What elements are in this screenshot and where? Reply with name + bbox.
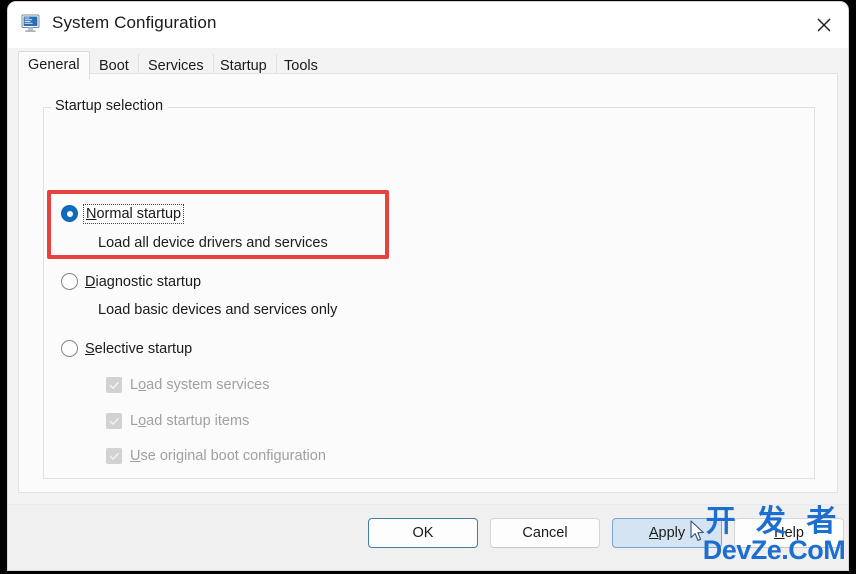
help-button[interactable]: Help [734, 518, 844, 548]
dialog-footer: OK Cancel Apply Help [8, 504, 848, 570]
desc-normal-startup: Load all device drivers and services [98, 235, 328, 251]
chk1-pre: L [130, 413, 139, 429]
accesskey-use-original-boot: U [130, 448, 141, 464]
title-bar: System Configuration [8, 2, 848, 48]
radio-diagnostic-startup-label: Diagnostic startup [85, 274, 201, 290]
tab-general-label: General [28, 57, 80, 73]
startup-selection-label: Startup selection [51, 98, 169, 114]
checkbox-load-startup-items-label: Load startup items [130, 413, 249, 429]
apply-button[interactable]: Apply [612, 518, 722, 548]
chk0-post: ad system services [146, 377, 270, 393]
checkbox-use-original-boot-configuration[interactable] [106, 448, 122, 464]
radio-normal-startup-label: Normal startup [82, 203, 185, 224]
tab-general[interactable]: General [18, 51, 90, 79]
apply-button-label: Apply [648, 525, 686, 541]
radio-diagnostic-startup-rest: iagnostic startup [95, 273, 202, 290]
chk2-post: se original boot configuration [140, 448, 326, 464]
radio-selective-startup-rest: elective startup [94, 340, 193, 357]
system-configuration-icon [21, 14, 43, 34]
checkbox-row-load-startup-items[interactable]: Load startup items [106, 413, 249, 429]
accesskey-diagnostic: D [85, 273, 96, 290]
general-tab-page: Startup selection Normal startup Load al… [18, 73, 838, 493]
radio-row-diagnostic-startup[interactable]: Diagnostic startup [61, 273, 201, 290]
radio-diagnostic-startup[interactable] [61, 273, 78, 290]
accesskey-normal: N [86, 205, 97, 222]
system-configuration-window: System Configuration General Boot Servic… [8, 2, 848, 570]
radio-row-selective-startup[interactable]: Selective startup [61, 340, 192, 357]
tab-boot-label: Boot [99, 58, 129, 74]
cancel-button-label: Cancel [522, 525, 568, 541]
tab-tools-label: Tools [284, 58, 318, 74]
chk0-pre: L [130, 377, 139, 393]
radio-selective-startup-label: Selective startup [85, 341, 192, 357]
checkbox-use-original-boot-configuration-label: Use original boot configuration [130, 448, 326, 464]
radio-selective-startup[interactable] [61, 340, 78, 357]
window-title: System Configuration [52, 13, 217, 32]
ok-button[interactable]: OK [368, 518, 478, 548]
tab-startup-label: Startup [220, 58, 267, 74]
help-button-label: Help [774, 525, 804, 541]
radio-row-normal-startup[interactable]: Normal startup [61, 203, 185, 224]
desc-diagnostic-startup: Load basic devices and services only [98, 302, 338, 318]
accesskey-help: H [774, 525, 785, 541]
accesskey-selective: S [85, 340, 95, 357]
accesskey-apply: A [648, 525, 659, 541]
tab-strip: General Boot Services Startup Tools [8, 48, 848, 79]
checkbox-load-startup-items[interactable] [106, 413, 122, 429]
radio-normal-startup[interactable] [61, 205, 78, 222]
accesskey-load-startup-items: o [138, 413, 147, 429]
chk1-post: ad startup items [146, 413, 250, 429]
cancel-button[interactable]: Cancel [490, 518, 600, 548]
radio-normal-startup-rest: ormal startup [96, 205, 182, 222]
checkbox-row-use-original-boot-configuration[interactable]: Use original boot configuration [106, 448, 326, 464]
checkbox-row-load-system-services[interactable]: Load system services [106, 377, 269, 393]
close-icon[interactable] [800, 2, 848, 48]
tab-services-label: Services [148, 58, 204, 74]
ok-button-label: OK [412, 525, 434, 541]
checkbox-load-system-services-label: Load system services [130, 377, 269, 393]
checkbox-load-system-services[interactable] [106, 377, 122, 393]
accesskey-load-system-services: o [138, 377, 147, 393]
